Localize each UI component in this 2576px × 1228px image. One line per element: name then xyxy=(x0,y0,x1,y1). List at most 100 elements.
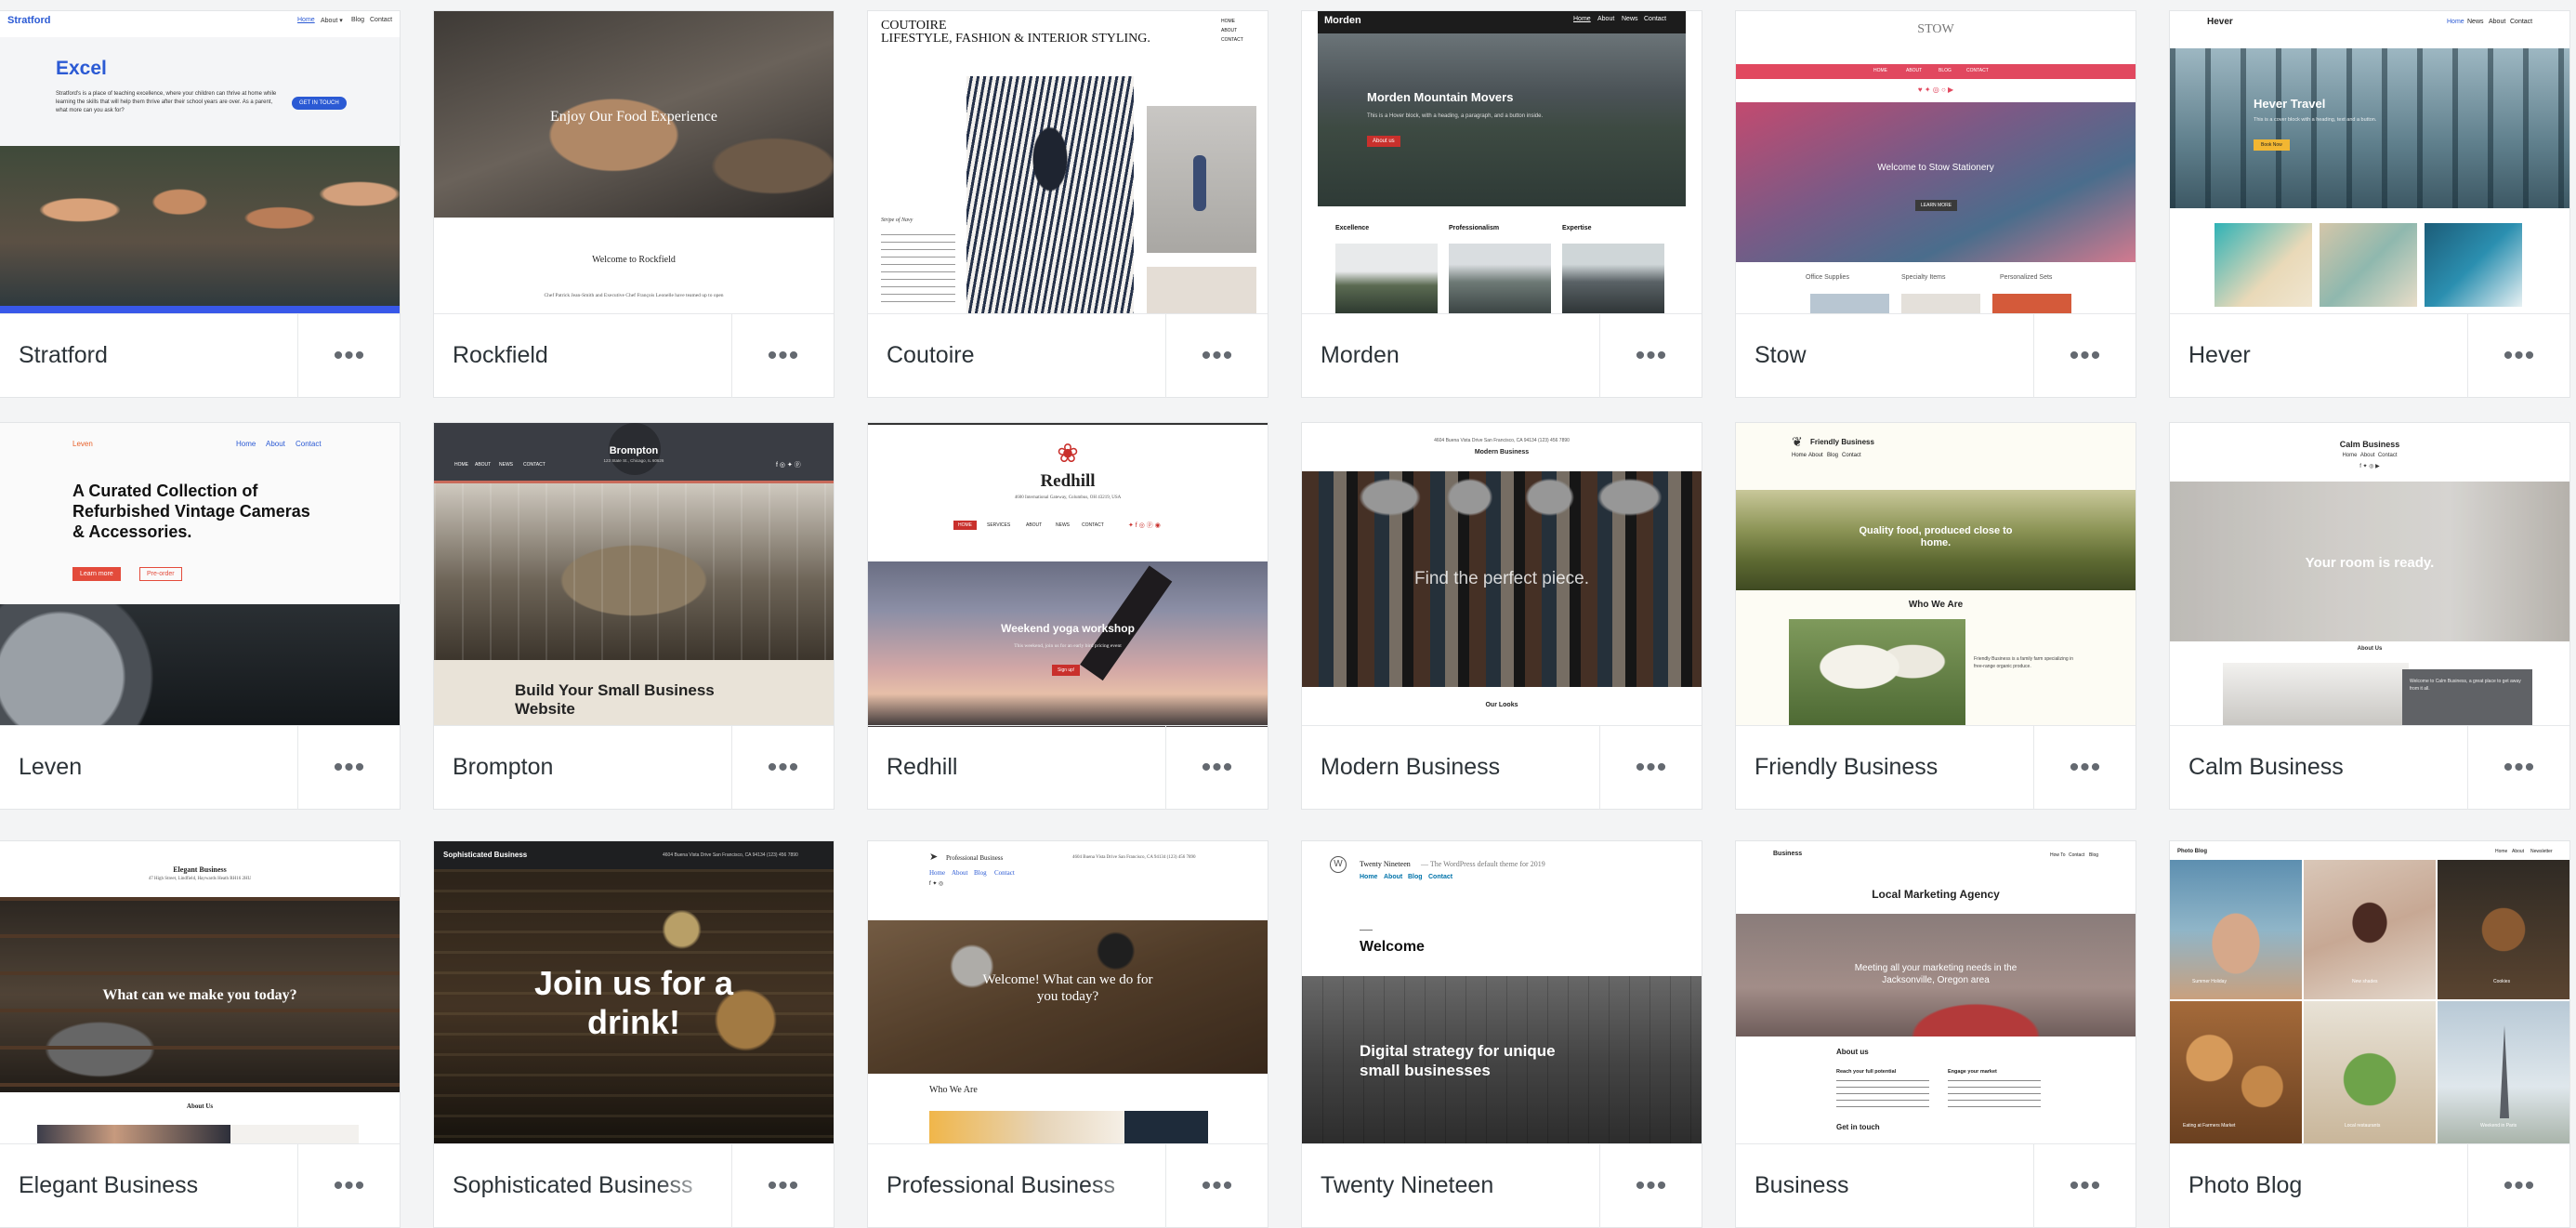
theme-card-modern-business[interactable]: 4604 Buena Vista Drive San Francisco, CA… xyxy=(1302,423,1702,810)
hero-heading: Join us for a drink! xyxy=(533,964,734,1041)
theme-card-hever[interactable]: Hever Home News About Contact Hever Trav… xyxy=(2170,11,2570,398)
theme-preview[interactable]: Leven Home About Contact A Curated Colle… xyxy=(0,423,400,725)
theme-preview[interactable]: Brompton 123 State St., Chicago, IL 6062… xyxy=(434,423,834,725)
theme-preview[interactable]: Calm Business Home About Contact f ✦ ◎ ▶… xyxy=(2170,423,2569,725)
nav-item: ABOUT xyxy=(475,462,492,468)
more-options-button[interactable]: ••• xyxy=(1165,314,1268,398)
theme-preview[interactable]: COUTOIRE LIFESTYLE, FASHION & INTERIOR S… xyxy=(868,11,1268,313)
theme-card-leven[interactable]: Leven Home About Contact A Curated Colle… xyxy=(0,423,401,810)
section-title: About Us xyxy=(186,1103,214,1110)
theme-preview[interactable]: Enjoy Our Food Experience Welcome to Roc… xyxy=(434,11,834,313)
theme-card-twenty-nineteen[interactable]: W Twenty Nineteen — The WordPress defaul… xyxy=(1302,841,1702,1228)
more-options-button[interactable]: ••• xyxy=(1165,726,1268,810)
theme-preview[interactable]: Photo Blog Home About Newsletter Summer … xyxy=(2170,841,2569,1143)
theme-preview[interactable]: W Twenty Nineteen — The WordPress defaul… xyxy=(1302,841,1702,1143)
nav-item: About xyxy=(266,440,285,448)
nav-item: Contact xyxy=(2377,453,2398,458)
more-options-button[interactable]: ••• xyxy=(2033,726,2136,810)
ellipsis-icon: ••• xyxy=(333,1170,366,1201)
nav-item: Contact xyxy=(1428,874,1453,880)
nav-item: About xyxy=(1597,16,1615,22)
theme-preview[interactable]: Elegant Business 47 High Street, Lindfie… xyxy=(0,841,400,1143)
theme-card-brompton[interactable]: Brompton 123 State St., Chicago, IL 6062… xyxy=(434,423,835,810)
site-logo: Professional Business xyxy=(946,854,1004,862)
theme-name: Coutoire xyxy=(887,342,975,368)
hero-heading: What can we make you today? xyxy=(102,987,297,1003)
more-options-button[interactable]: ••• xyxy=(1599,1144,1702,1228)
ellipsis-icon: ••• xyxy=(2503,1170,2536,1201)
column-title: Engage your market xyxy=(1948,1069,1997,1075)
lotus-logo-icon: ❀ xyxy=(1057,439,1079,468)
nav-item: Contact xyxy=(1842,453,1861,458)
more-options-button[interactable]: ••• xyxy=(1165,1144,1268,1228)
theme-preview[interactable]: ❀ Redhill 4600 International Gateway, Co… xyxy=(868,423,1268,727)
more-options-button[interactable]: ••• xyxy=(1599,726,1702,810)
theme-card-photo-blog[interactable]: Photo Blog Home About Newsletter Summer … xyxy=(2170,841,2570,1228)
cta-button: Book Now xyxy=(2254,139,2290,151)
nav-item: About xyxy=(2512,849,2525,854)
theme-preview[interactable]: Hever Home News About Contact Hever Trav… xyxy=(2170,11,2569,313)
more-options-button[interactable]: ••• xyxy=(2467,1144,2570,1228)
nav-item: About xyxy=(952,869,968,877)
primary-button: Learn more xyxy=(72,567,121,581)
hero-heading: Welcome! What can we do for you today? xyxy=(982,972,1153,1004)
theme-preview[interactable]: ➤ Professional Business 4604 Buena Vista… xyxy=(868,841,1268,1143)
more-options-button[interactable]: ••• xyxy=(731,314,835,398)
theme-card-stow[interactable]: STOW HOME ABOUT BLOG CONTACT ♥ ✦ ◎ ○ ▶ W… xyxy=(1736,11,2136,398)
theme-name: Brompton xyxy=(453,754,554,780)
theme-card-redhill[interactable]: ❀ Redhill 4600 International Gateway, Co… xyxy=(868,423,1268,810)
site-logo: Hever xyxy=(2207,17,2233,27)
more-options-button[interactable]: ••• xyxy=(2033,1144,2136,1228)
more-options-button[interactable]: ••• xyxy=(297,314,401,398)
more-options-button[interactable]: ••• xyxy=(731,1144,835,1228)
nav-item: CONTACT xyxy=(1221,37,1243,43)
more-options-button[interactable]: ••• xyxy=(297,726,401,810)
theme-card-professional-business[interactable]: ➤ Professional Business 4604 Buena Vista… xyxy=(868,841,1268,1228)
more-options-button[interactable]: ••• xyxy=(2467,314,2570,398)
nav-item: Blog xyxy=(974,869,987,877)
theme-name: Photo Blog xyxy=(2188,1172,2303,1198)
theme-card-business[interactable]: Business How To Contact Blog Local Marke… xyxy=(1736,841,2136,1228)
hero-text: This weekend, join us for an early bird … xyxy=(1014,643,1122,649)
hero-text: This is a Hover block, with a heading, a… xyxy=(1367,113,1544,119)
theme-card-elegant-business[interactable]: Elegant Business 47 High Street, Lindfie… xyxy=(0,841,401,1228)
more-options-button[interactable]: ••• xyxy=(731,726,835,810)
nav-item: Blog xyxy=(1827,453,1839,458)
section-title: Welcome to Rockfield xyxy=(592,255,676,265)
theme-name: Elegant Business xyxy=(19,1172,199,1198)
theme-preview[interactable]: ❦ Friendly Business Home About Blog Cont… xyxy=(1736,423,2136,725)
theme-card-friendly-business[interactable]: ❦ Friendly Business Home About Blog Cont… xyxy=(1736,423,2136,810)
nav-item: BLOG xyxy=(1939,68,1952,73)
nav-item: News xyxy=(1622,16,1638,22)
nav-item: About xyxy=(2489,19,2506,25)
nav-item: Home xyxy=(297,17,315,23)
more-options-button[interactable]: ••• xyxy=(2033,314,2136,398)
theme-card-rockfield[interactable]: Enjoy Our Food Experience Welcome to Roc… xyxy=(434,11,835,398)
column-title: Reach your full potential xyxy=(1836,1069,1897,1075)
hero-photo xyxy=(2170,48,2569,208)
theme-card-sophisticated-business[interactable]: Sophisticated Business 4604 Buena Vista … xyxy=(434,841,835,1228)
theme-preview[interactable]: Morden Home About News Contact Morden Mo… xyxy=(1302,11,1702,313)
site-logo: Elegant Business xyxy=(173,865,227,874)
theme-card-stratford[interactable]: Stratford Home About ▾ Blog Contact Exce… xyxy=(0,11,401,398)
nav-item: Blog xyxy=(2089,852,2099,858)
theme-name: Redhill xyxy=(887,754,958,780)
theme-preview[interactable]: STOW HOME ABOUT BLOG CONTACT ♥ ✦ ◎ ○ ▶ W… xyxy=(1736,11,2136,313)
theme-card-morden[interactable]: Morden Home About News Contact Morden Mo… xyxy=(1302,11,1702,398)
theme-card-coutoire[interactable]: COUTOIRE LIFESTYLE, FASHION & INTERIOR S… xyxy=(868,11,1268,398)
theme-preview[interactable]: Sophisticated Business 4604 Buena Vista … xyxy=(434,841,834,1143)
ellipsis-icon: ••• xyxy=(1635,752,1668,783)
social-icons: f ◎ ✦ ⓟ xyxy=(776,462,801,469)
more-options-button[interactable]: ••• xyxy=(2467,726,2570,810)
site-logo: STOW xyxy=(1917,22,1954,36)
section-title: Get in touch xyxy=(1836,1123,1880,1131)
theme-preview[interactable]: Business How To Contact Blog Local Marke… xyxy=(1736,841,2136,1143)
hero-heading: Morden Mountain Movers xyxy=(1367,90,1514,104)
more-options-button[interactable]: ••• xyxy=(297,1144,401,1228)
site-logo: Friendly Business xyxy=(1810,438,1874,446)
nav-item: Newsletter xyxy=(2530,849,2553,854)
theme-preview[interactable]: Stratford Home About ▾ Blog Contact Exce… xyxy=(0,11,400,313)
more-options-button[interactable]: ••• xyxy=(1599,314,1702,398)
theme-card-calm-business[interactable]: Calm Business Home About Contact f ✦ ◎ ▶… xyxy=(2170,423,2570,810)
theme-preview[interactable]: 4604 Buena Vista Drive San Francisco, CA… xyxy=(1302,423,1702,725)
